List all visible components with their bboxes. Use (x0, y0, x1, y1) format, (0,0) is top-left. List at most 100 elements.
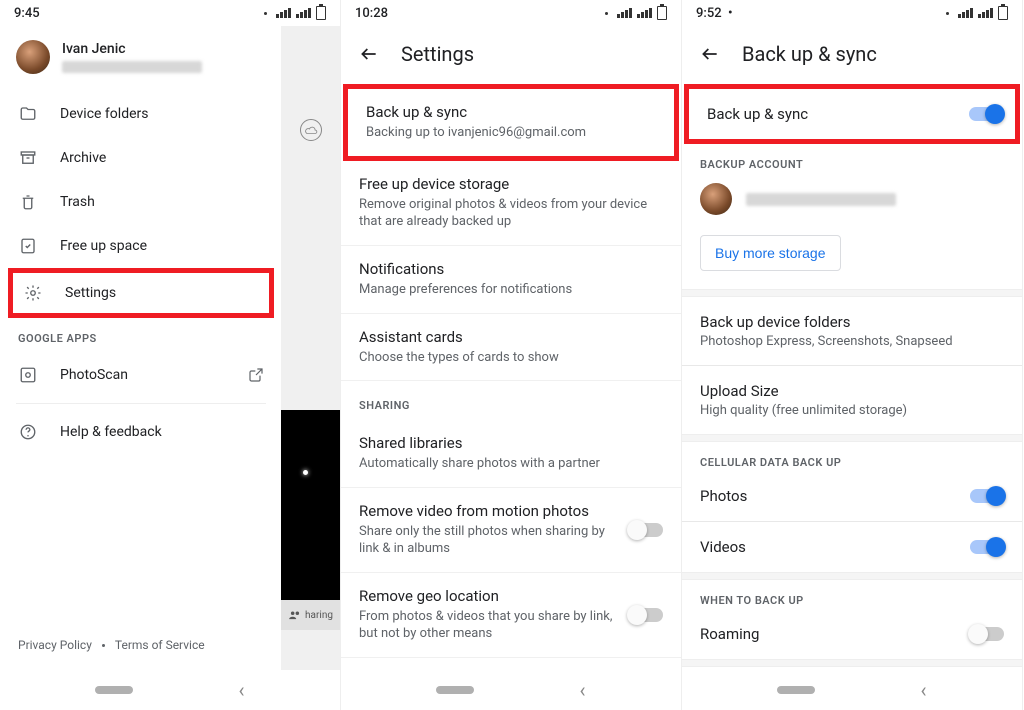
setting-title: Back up & sync (366, 103, 656, 121)
toggle-cellular-photos[interactable] (970, 489, 1004, 503)
setting-title: Assistant cards (359, 328, 663, 346)
signal-icon (958, 8, 973, 18)
toggle-roaming[interactable] (970, 627, 1004, 641)
help-icon (18, 422, 38, 442)
battery-icon (316, 6, 326, 20)
back-chevron-icon[interactable]: ‹ (579, 678, 585, 702)
status-time: 9:52 • (696, 6, 733, 21)
setting-subtitle: Automatically share photos with a partne… (359, 456, 663, 473)
photo-thumbnail[interactable] (281, 410, 340, 600)
status-right (605, 6, 667, 20)
section-divider (682, 289, 1022, 297)
battery-icon (998, 6, 1008, 20)
drawer-item-trash[interactable]: Trash (0, 180, 282, 224)
drawer-item-photoscan[interactable]: PhotoScan (0, 353, 282, 397)
home-pill[interactable] (777, 686, 815, 694)
signal-icon-2 (978, 8, 993, 18)
setting-cellular-videos[interactable]: Videos (682, 522, 1022, 572)
category-when-backup: WHEN TO BACK UP (682, 580, 1022, 609)
status-dot-icon (264, 12, 267, 15)
category-google-apps: GOOGLE APPS (341, 658, 681, 670)
separator-dot (102, 644, 105, 647)
account-email-blurred (746, 193, 896, 206)
status-time: 9:45 (14, 6, 40, 21)
cloud-icon (300, 119, 322, 141)
sharing-partial-tab[interactable]: haring (281, 600, 340, 630)
setting-roaming[interactable]: Roaming (682, 609, 1022, 659)
buy-more-storage-button[interactable]: Buy more storage (700, 235, 841, 271)
toggle-remove-geo[interactable] (629, 608, 663, 622)
signal-icon (617, 8, 632, 18)
backup-list[interactable]: Back up & sync BACKUP ACCOUNT Buy more s… (682, 84, 1022, 670)
terms-link[interactable]: Terms of Service (115, 638, 205, 652)
setting-remove-video-motion[interactable]: Remove video from motion photos Share on… (341, 488, 681, 573)
avatar (700, 183, 732, 215)
signal-icon-2 (637, 8, 652, 18)
setting-free-storage[interactable]: Free up device storage Remove original p… (341, 161, 681, 246)
category-sharing: SHARING (341, 381, 681, 420)
phone-screen-3: 9:52 • Back up & sync Back up & sync BAC… (682, 0, 1023, 710)
drawer-item-archive[interactable]: Archive (0, 136, 282, 180)
folder-icon (18, 104, 38, 124)
setting-assistant-cards[interactable]: Assistant cards Choose the types of card… (341, 314, 681, 382)
home-pill[interactable] (95, 686, 133, 694)
drawer-item-free-up-space[interactable]: Free up space (0, 224, 282, 268)
status-right (946, 6, 1008, 20)
setting-title: Remove geo location (359, 587, 663, 605)
toggle-cellular-videos[interactable] (970, 540, 1004, 554)
profile-text: Ivan Jenic (62, 41, 202, 73)
people-icon (288, 610, 302, 620)
setting-title: Back up & sync (707, 105, 808, 123)
setting-shared-libraries[interactable]: Shared libraries Automatically share pho… (341, 420, 681, 488)
free-up-space-icon (18, 236, 38, 256)
setting-subtitle: Choose the types of cards to show (359, 350, 663, 367)
setting-subtitle: Manage preferences for notifications (359, 282, 663, 299)
settings-list[interactable]: Back up & sync Backing up to ivanjenic96… (341, 84, 681, 670)
home-pill[interactable] (436, 686, 474, 694)
profile-header[interactable]: Ivan Jenic (0, 26, 282, 92)
back-arrow-icon[interactable] (700, 44, 720, 64)
backup-account-row[interactable] (682, 173, 1022, 231)
privacy-link[interactable]: Privacy Policy (18, 638, 92, 652)
drawer-item-label: Archive (60, 150, 106, 166)
setting-backup-sync-toggle[interactable]: Back up & sync (689, 89, 1015, 139)
setting-backup-sync-help[interactable]: Back up & sync help (682, 667, 1022, 670)
app-bar: Back up & sync (682, 26, 1022, 84)
signal-icon (276, 8, 291, 18)
footer-links: Privacy Policy Terms of Service (0, 620, 282, 670)
drawer-item-help[interactable]: Help & feedback (0, 410, 282, 454)
setting-subtitle: High quality (free unlimited storage) (700, 403, 907, 418)
setting-subtitle: Remove original photos & videos from you… (359, 197, 663, 231)
toggle-remove-video[interactable] (629, 523, 663, 537)
photoscan-icon (18, 365, 38, 385)
setting-backup-device-folders[interactable]: Back up device folders Photoshop Express… (682, 297, 1022, 365)
setting-cellular-photos[interactable]: Photos (682, 471, 1022, 521)
setting-backup-sync[interactable]: Back up & sync Backing up to ivanjenic96… (343, 84, 679, 161)
drawer-item-settings[interactable]: Settings (8, 268, 274, 318)
status-bar: 10:28 (341, 0, 681, 26)
setting-remove-geo[interactable]: Remove geo location From photos & videos… (341, 573, 681, 658)
setting-title: Roaming (700, 625, 759, 643)
setting-title: Back up device folders (700, 313, 953, 331)
system-nav-bar: ‹ (0, 670, 340, 710)
category-cellular: CELLULAR DATA BACK UP (682, 442, 1022, 471)
status-right (264, 6, 326, 20)
setting-title: Shared libraries (359, 434, 663, 452)
back-chevron-icon[interactable]: ‹ (920, 678, 926, 702)
setting-title: Photos (700, 487, 747, 505)
app-bar: Settings (341, 26, 681, 84)
setting-title: Free up device storage (359, 175, 663, 193)
back-arrow-icon[interactable] (359, 44, 379, 64)
setting-upload-size[interactable]: Upload Size High quality (free unlimited… (682, 366, 1022, 434)
page-title: Settings (401, 42, 474, 66)
gear-icon (23, 283, 43, 303)
archive-icon (18, 148, 38, 168)
cloud-backup-indicator[interactable] (281, 100, 340, 160)
section-google-apps: GOOGLE APPS (0, 318, 282, 353)
section-divider (682, 434, 1022, 442)
toggle-backup-sync[interactable] (969, 107, 1003, 121)
back-chevron-icon[interactable]: ‹ (238, 678, 244, 702)
drawer-item-device-folders[interactable]: Device folders (0, 92, 282, 136)
trash-icon (18, 192, 38, 212)
setting-notifications[interactable]: Notifications Manage preferences for not… (341, 246, 681, 314)
